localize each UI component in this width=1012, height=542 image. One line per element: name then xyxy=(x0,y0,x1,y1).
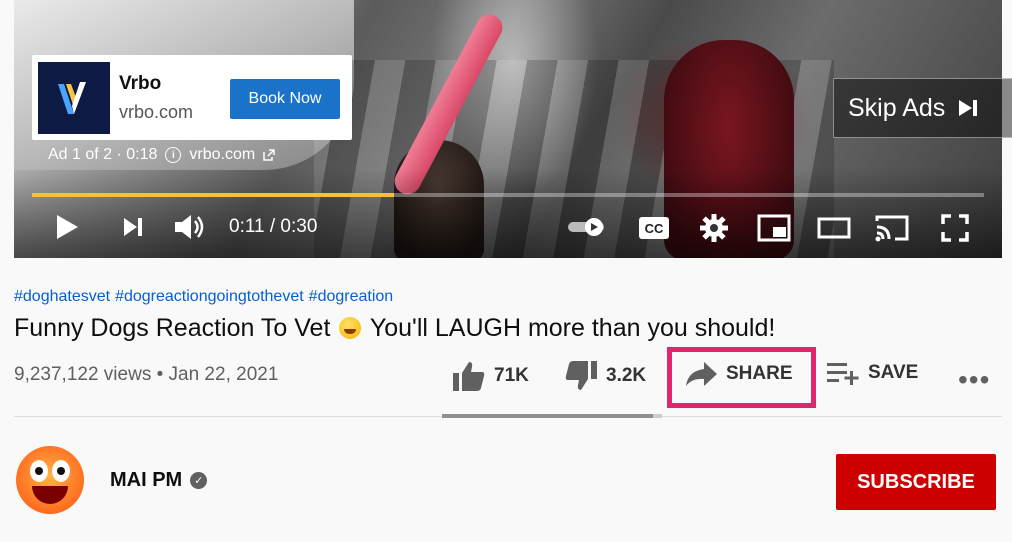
avatar-right-eye xyxy=(52,460,70,482)
avatar-mouth xyxy=(32,486,68,504)
skip-ads-label: Skip Ads xyxy=(848,93,946,122)
save-label: SAVE xyxy=(868,362,919,383)
like-sentiment-bar xyxy=(442,414,662,418)
avatar-right-pupil xyxy=(57,467,65,475)
verified-check-icon: ✓ xyxy=(190,472,208,489)
ad-domain: vrbo.com xyxy=(119,102,194,122)
svg-text:CC: CC xyxy=(645,221,664,236)
play-icon[interactable] xyxy=(52,212,82,242)
progress-bar[interactable] xyxy=(32,193,984,197)
add-to-playlist-icon xyxy=(827,363,859,385)
video-title: Funny Dogs Reaction To Vet You'll LAUGH … xyxy=(14,314,775,343)
volume-icon[interactable] xyxy=(172,210,208,244)
ad-info-text: Ad 1 of 2 · 0:18 xyxy=(48,146,158,163)
settings-gear-icon[interactable] xyxy=(697,211,731,245)
more-actions-icon[interactable]: ••• xyxy=(958,366,990,394)
time-display: 0:11 / 0:30 xyxy=(229,216,318,237)
like-button[interactable]: 71K xyxy=(452,360,529,392)
ad-info-link[interactable]: vrbo.com xyxy=(189,146,255,164)
hashtag-link[interactable]: #dogreactiongoingtothevet xyxy=(115,288,304,306)
vrbo-logo-icon xyxy=(38,62,110,134)
subscribe-button[interactable]: SUBSCRIBE xyxy=(836,454,996,510)
hashtag-link[interactable]: #dogreation xyxy=(309,288,394,306)
like-count: 71K xyxy=(494,365,529,386)
channel-avatar[interactable] xyxy=(16,446,84,514)
theater-mode-icon[interactable] xyxy=(816,214,852,242)
autoplay-toggle-icon[interactable] xyxy=(566,216,608,238)
video-title-text-end: You'll LAUGH more than you should! xyxy=(369,314,776,342)
skip-ads-button[interactable]: Skip Ads xyxy=(833,78,1012,138)
dislike-count: 3.2K xyxy=(606,365,647,386)
laughing-emoji-icon xyxy=(339,317,362,339)
external-link-icon xyxy=(263,149,275,161)
miniplayer-icon[interactable] xyxy=(756,213,792,243)
ad-overlay-card[interactable]: Vrbo vrbo.com Book Now xyxy=(32,55,352,140)
progress-bar-fill xyxy=(32,193,394,197)
video-meta: 9,237,122 views • Jan 22, 2021 xyxy=(14,364,279,385)
book-now-button[interactable]: Book Now xyxy=(230,79,340,119)
channel-info[interactable]: MAI PM ✓ xyxy=(110,469,208,492)
closed-captions-icon[interactable]: CC xyxy=(638,215,670,241)
info-icon[interactable]: i xyxy=(165,147,182,163)
thumbs-down-icon xyxy=(565,361,597,390)
hashtag-list: #doghatesvet #dogreactiongoingtothevet #… xyxy=(14,288,393,306)
next-video-icon[interactable] xyxy=(118,212,148,242)
ad-advertiser-name: Vrbo xyxy=(119,73,162,94)
controls-gradient xyxy=(14,168,1002,258)
like-sentiment-fill xyxy=(442,414,654,418)
channel-name[interactable]: MAI PM xyxy=(110,469,182,492)
thumbs-up-icon xyxy=(453,362,485,391)
ad-info-row: Ad 1 of 2 · 0:18 i vrbo.com xyxy=(48,146,275,164)
cast-icon[interactable] xyxy=(874,212,910,244)
dislike-button[interactable]: 3.2K xyxy=(564,360,646,392)
fullscreen-icon[interactable] xyxy=(938,211,972,245)
avatar-left-pupil xyxy=(35,467,43,475)
share-highlight-box xyxy=(667,347,816,408)
video-title-text-start: Funny Dogs Reaction To Vet xyxy=(14,314,331,342)
save-button[interactable]: SAVE xyxy=(826,360,918,386)
hashtag-link[interactable]: #doghatesvet xyxy=(14,288,110,306)
avatar-left-eye xyxy=(30,460,48,482)
skip-next-icon xyxy=(959,100,978,116)
